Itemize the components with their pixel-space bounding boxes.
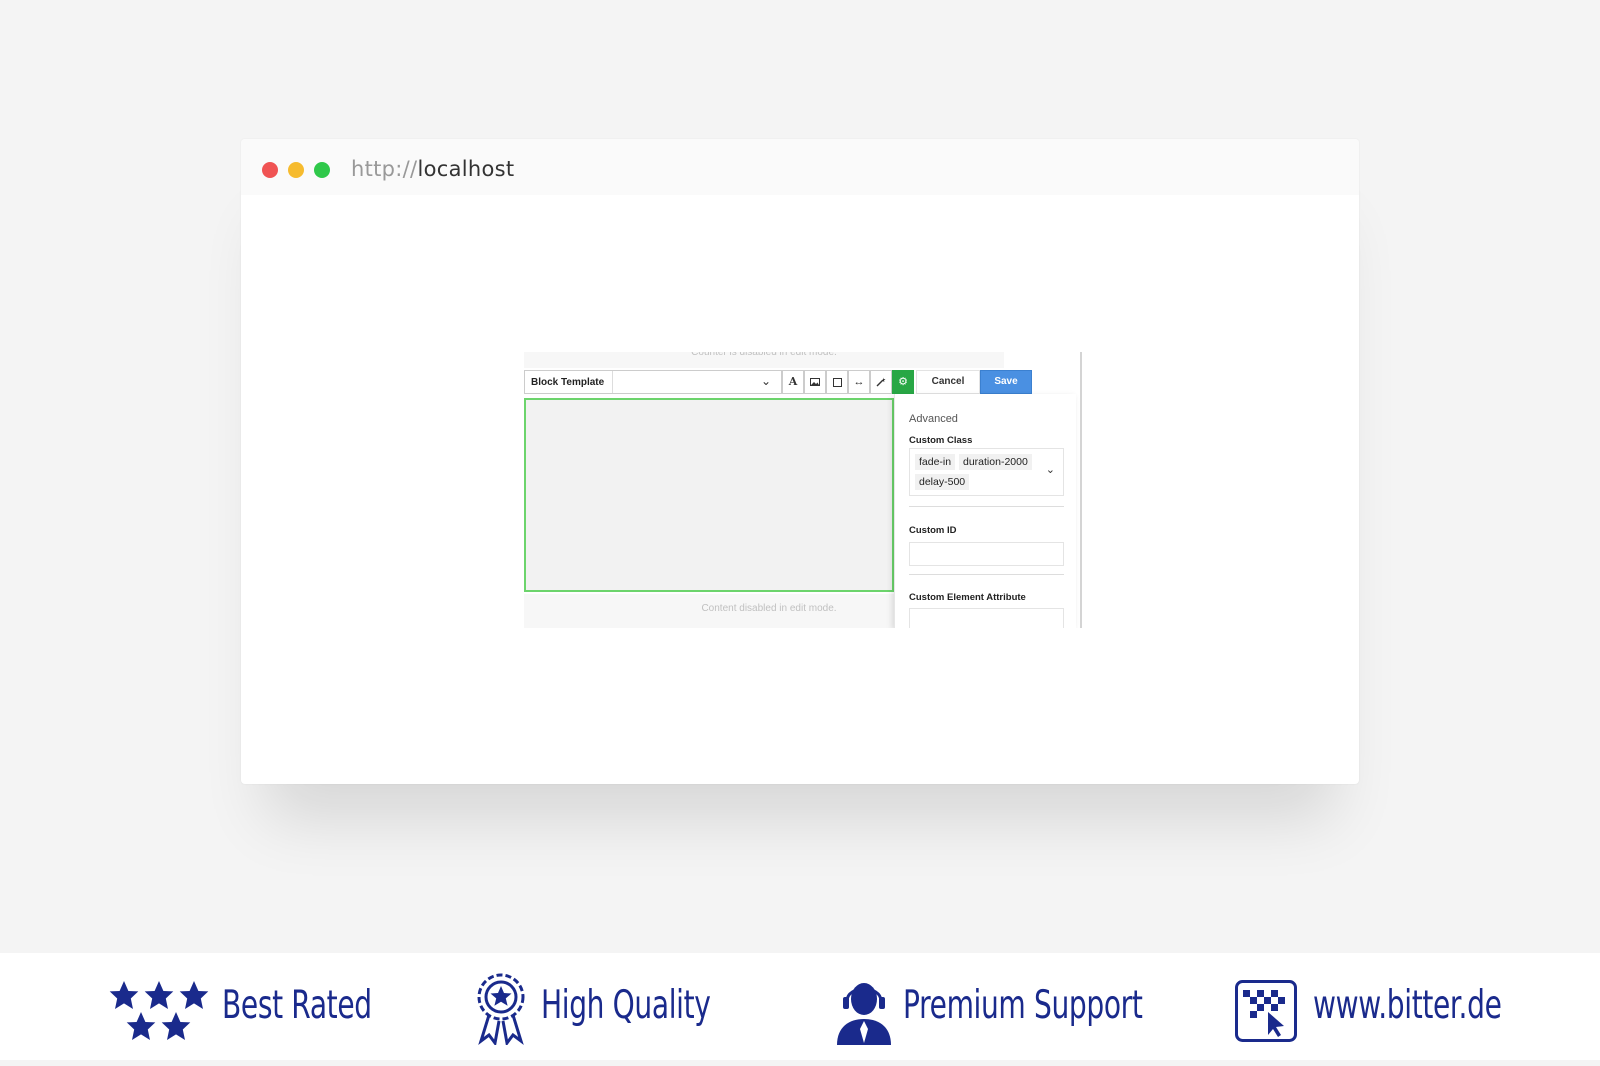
feature-banner: Best Rated High Quality Premium Support … bbox=[0, 953, 1600, 1060]
award-ribbon-icon bbox=[477, 973, 525, 1045]
feature-premium-support: Premium Support bbox=[835, 953, 1143, 1060]
image-icon[interactable] bbox=[804, 370, 826, 394]
custom-class-label: Custom Class bbox=[909, 435, 973, 446]
block-content-area[interactable] bbox=[524, 398, 894, 592]
custom-attribute-label: Custom Element Attribute bbox=[909, 592, 1026, 603]
address-bar[interactable]: http://localhost bbox=[351, 157, 514, 181]
url-protocol: http:// bbox=[351, 157, 418, 181]
browser-titlebar: http://localhost bbox=[241, 139, 1359, 195]
box-icon[interactable] bbox=[826, 370, 848, 394]
class-tag[interactable]: fade-in bbox=[915, 454, 956, 470]
feature-label: Premium Support bbox=[903, 983, 1143, 1028]
minimize-window-dot[interactable] bbox=[288, 162, 304, 178]
custom-class-select[interactable]: fade-in duration-2000 delay-500 ⌄ bbox=[909, 448, 1064, 496]
maximize-window-dot[interactable] bbox=[314, 162, 330, 178]
class-tag[interactable]: duration-2000 bbox=[959, 454, 1032, 470]
editor-screenshot: Counter is disabled in edit mode. Block … bbox=[524, 352, 1082, 628]
chevron-down-icon: ⌄ bbox=[1045, 464, 1055, 476]
block-toolbar: Block Template ⌄ A ↔ ⚙ Cancel Save bbox=[524, 370, 1032, 394]
settings-gear-icon[interactable]: ⚙ bbox=[892, 370, 914, 394]
stars-icon bbox=[109, 981, 209, 1040]
select-divider bbox=[612, 371, 613, 393]
chevron-down-icon: ⌄ bbox=[761, 374, 772, 388]
close-window-dot[interactable] bbox=[262, 162, 278, 178]
section-divider bbox=[909, 574, 1064, 575]
panel-heading: Advanced bbox=[909, 413, 958, 425]
advanced-settings-panel: Advanced Custom Class fade-in duration-2… bbox=[894, 394, 1076, 628]
save-button[interactable]: Save bbox=[980, 370, 1032, 394]
magic-wand-icon[interactable] bbox=[870, 370, 892, 394]
section-divider bbox=[909, 506, 1064, 507]
width-arrows-icon[interactable]: ↔ bbox=[848, 370, 870, 394]
block-template-select[interactable]: Block Template ⌄ bbox=[524, 370, 782, 394]
url-host: localhost bbox=[417, 157, 515, 181]
cancel-button[interactable]: Cancel bbox=[916, 370, 980, 394]
custom-attribute-input[interactable] bbox=[909, 608, 1064, 628]
custom-id-label: Custom ID bbox=[909, 525, 957, 536]
feature-bitter-website: www.bitter.de bbox=[1235, 953, 1505, 1060]
feature-label[interactable]: www.bitter.de bbox=[1313, 983, 1502, 1028]
block-template-label: Block Template bbox=[531, 377, 605, 388]
font-icon[interactable]: A bbox=[782, 370, 804, 394]
class-tag[interactable]: delay-500 bbox=[915, 474, 970, 490]
counter-disabled-notice: Counter is disabled in edit mode. bbox=[524, 352, 1004, 368]
feature-label: Best Rated bbox=[222, 983, 372, 1028]
editor-divider bbox=[1080, 352, 1082, 628]
bitter-logo-icon bbox=[1235, 980, 1297, 1042]
custom-id-input[interactable] bbox=[909, 542, 1064, 566]
feature-best-rated: Best Rated bbox=[108, 953, 388, 1060]
support-agent-icon bbox=[837, 983, 891, 1045]
feature-label: High Quality bbox=[541, 983, 711, 1028]
feature-high-quality: High Quality bbox=[475, 953, 715, 1060]
